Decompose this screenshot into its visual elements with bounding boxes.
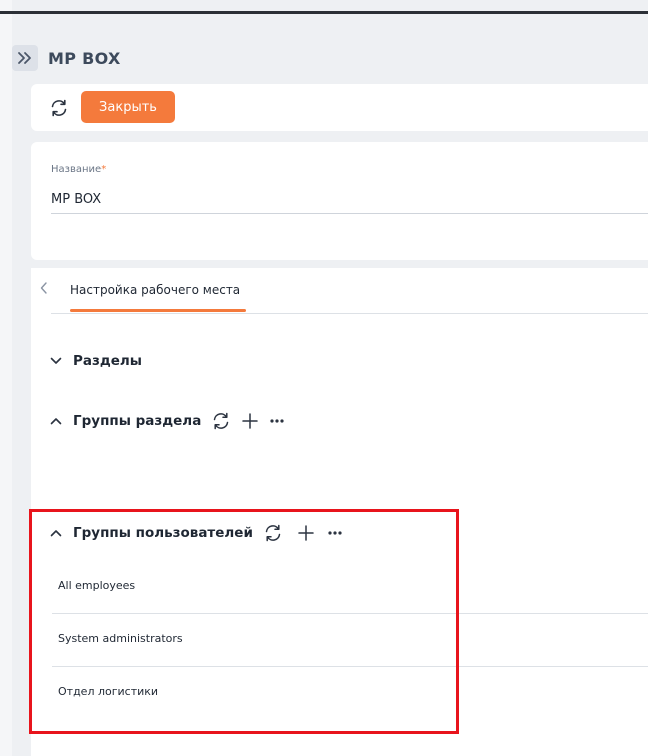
list-item[interactable]: All employees: [52, 561, 648, 614]
section-gruppy-razdela-toggle[interactable]: [49, 414, 63, 428]
section-gruppy-razdela-header: Группы раздела: [49, 411, 285, 431]
toolbar: Закрыть: [31, 84, 648, 131]
section-gruppy-polzovateley-toggle[interactable]: [49, 526, 63, 540]
tab-workspace-settings[interactable]: Настройка рабочего места: [70, 283, 240, 297]
form-card: Название* MP BOX: [31, 142, 648, 260]
page-title: MP BOX: [48, 48, 121, 68]
section-gruppy-polzovateley-title: Группы пользователей: [73, 525, 253, 541]
more-horizontal-icon: [328, 531, 342, 535]
tabs-divider: [51, 313, 648, 314]
refresh-icon: [265, 524, 281, 542]
section-gruppy-razdela-title: Группы раздела: [73, 413, 202, 429]
section-gruppy-razdela-refresh-button[interactable]: [211, 411, 231, 431]
expand-sidebar-button[interactable]: [12, 45, 38, 71]
chevron-down-icon: [50, 357, 62, 364]
close-button[interactable]: Закрыть: [81, 91, 175, 123]
section-razdely-title: Разделы: [73, 353, 143, 369]
section-gruppy-razdela-more-button[interactable]: [269, 418, 285, 424]
page-header: MP BOX: [12, 44, 121, 72]
name-label-text: Название: [51, 164, 102, 175]
section-gruppy-razdela-add-button[interactable]: [241, 412, 259, 430]
plus-icon: [242, 413, 259, 429]
section-gruppy-polzovateley-refresh-button[interactable]: [263, 523, 283, 543]
tabs-scroll-left-button[interactable]: [37, 281, 51, 295]
list-item[interactable]: Отдел логистики: [58, 667, 648, 720]
left-edge-strip: [0, 0, 12, 756]
chevron-up-icon: [50, 418, 62, 425]
section-gruppy-polzovateley-more-button[interactable]: [327, 530, 343, 536]
name-field-label: Название*: [51, 164, 106, 175]
top-border: [0, 11, 648, 14]
refresh-button[interactable]: [47, 96, 71, 120]
list-item-label: Отдел логистики: [58, 685, 159, 698]
required-mark: *: [101, 164, 107, 175]
double-chevron-right-icon: [18, 52, 31, 64]
workspace-settings-card: Настройка рабочего места Разделы Группы …: [31, 268, 648, 756]
list-item-label: System administrators: [58, 632, 183, 645]
more-horizontal-icon: [270, 419, 284, 423]
chevron-left-icon: [40, 282, 47, 294]
name-field-underline: [51, 213, 648, 214]
name-field[interactable]: MP BOX: [51, 192, 101, 207]
refresh-icon: [214, 412, 229, 430]
section-razdely-header: Разделы: [49, 353, 142, 369]
refresh-icon: [51, 99, 67, 117]
list-item[interactable]: System administrators: [52, 614, 648, 667]
section-gruppy-polzovateley-add-button[interactable]: [297, 524, 315, 542]
section-gruppy-polzovateley-header: Группы пользователей: [49, 523, 343, 543]
list-item-label: All employees: [58, 579, 136, 592]
plus-icon: [298, 525, 314, 541]
active-tab-indicator: [70, 309, 246, 312]
chevron-up-icon: [50, 530, 62, 537]
section-razdely-toggle[interactable]: [49, 354, 63, 368]
